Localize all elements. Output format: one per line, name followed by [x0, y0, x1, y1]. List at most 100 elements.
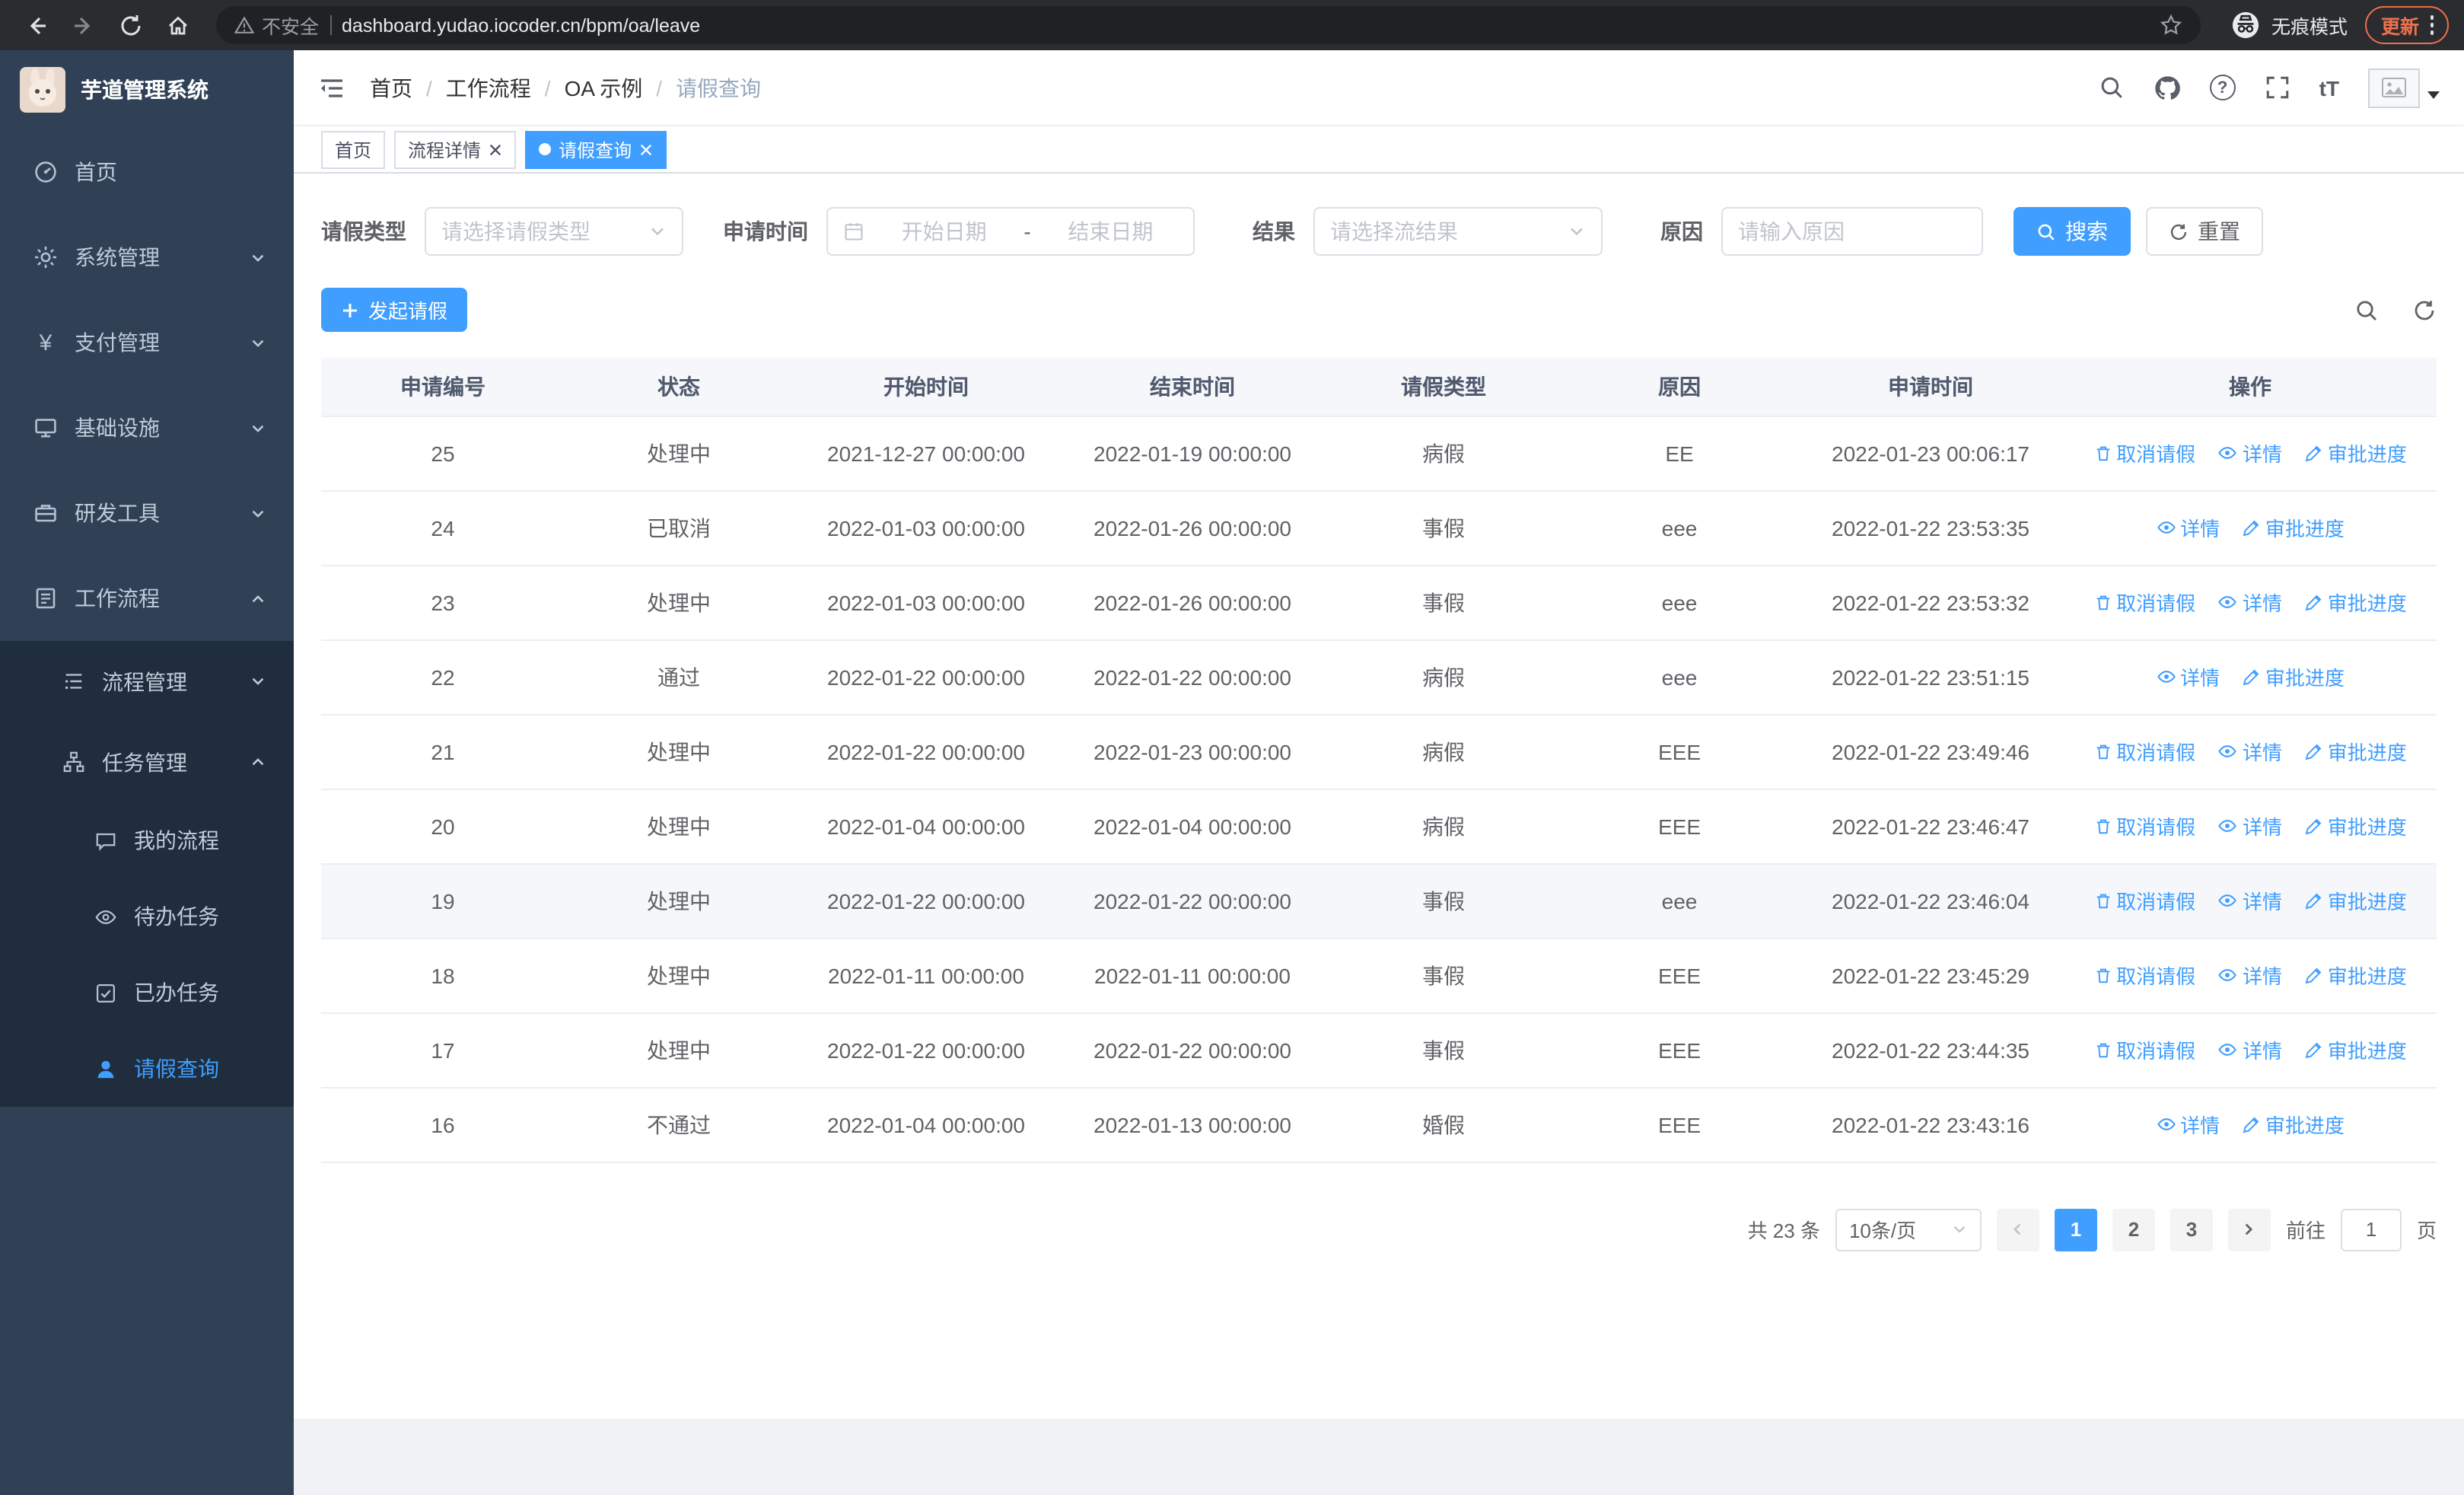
- sidebar-collapse-icon[interactable]: [318, 74, 345, 101]
- sidebar-item-payment[interactable]: ¥ 支付管理: [0, 300, 294, 385]
- user-menu[interactable]: [2368, 68, 2440, 107]
- sidebar-item-label: 基础设施: [75, 416, 160, 440]
- details-link[interactable]: 详情: [2218, 1035, 2282, 1064]
- sidebar-item-label: 支付管理: [75, 330, 160, 355]
- sidebar-item-home[interactable]: 首页: [0, 129, 294, 215]
- cancel-leave-link[interactable]: 取消请假: [2093, 812, 2195, 841]
- tab-leave-query[interactable]: 请假查询: [525, 130, 667, 168]
- approval-progress-link[interactable]: 审批进度: [2305, 961, 2407, 990]
- search-button[interactable]: 搜索: [2014, 207, 2131, 256]
- tab-process-detail[interactable]: 流程详情: [394, 130, 517, 168]
- cancel-leave-link[interactable]: 取消请假: [2093, 439, 2195, 468]
- table-row: 24 已取消 2022-01-03 00:00:00 2022-01-26 00:00…: [321, 490, 2437, 566]
- leave-type-label: 请假类型: [321, 219, 406, 244]
- tab-home[interactable]: 首页: [321, 130, 386, 168]
- edit-icon: [2243, 520, 2260, 536]
- details-link[interactable]: 详情: [2218, 588, 2282, 617]
- font-size-icon[interactable]: tT: [2319, 75, 2339, 100]
- bookmark-star-icon[interactable]: [2160, 14, 2183, 37]
- details-link[interactable]: 详情: [2156, 1110, 2220, 1139]
- browser-forward-icon[interactable]: [62, 5, 103, 46]
- leave-type-select[interactable]: 请选择请假类型: [425, 207, 683, 256]
- screen: 不安全 dashboard.yudao.iocoder.cn/bpm/oa/le…: [0, 0, 2464, 1495]
- sidebar-item-infrastructure[interactable]: 基础设施: [0, 385, 294, 470]
- page-button-1[interactable]: 1: [2054, 1208, 2097, 1251]
- table-header-row: 申请编号 状态 开始时间 结束时间 请假类型 原因 申请时间 操作: [321, 358, 2437, 416]
- breadcrumb-workflow[interactable]: 工作流程: [446, 72, 531, 103]
- approval-progress-link[interactable]: 审批进度: [2243, 514, 2345, 543]
- sidebar: 芋道管理系统 首页 系统管理 ¥ 支付管理 基础设施 研发工具 工作流程 流程管…: [0, 50, 294, 1495]
- details-link[interactable]: 详情: [2156, 662, 2220, 691]
- approval-progress-link[interactable]: 审批进度: [2305, 439, 2407, 468]
- sidebar-item-task-management[interactable]: 任务管理: [0, 722, 294, 802]
- sidebar-item-workflow[interactable]: 工作流程: [0, 556, 294, 641]
- cancel-leave-link[interactable]: 取消请假: [2093, 1036, 2195, 1065]
- delete-icon: [2096, 968, 2109, 983]
- breadcrumb-separator: /: [426, 75, 432, 100]
- browser-update-menu[interactable]: 更新: [2365, 6, 2449, 44]
- details-link[interactable]: 详情: [2218, 811, 2282, 840]
- approval-progress-link[interactable]: 审批进度: [2243, 1111, 2345, 1140]
- browser-refresh-icon[interactable]: [110, 5, 151, 46]
- address-bar[interactable]: 不安全 dashboard.yudao.iocoder.cn/bpm/oa/le…: [216, 6, 2201, 44]
- result-label: 结果: [1253, 219, 1295, 244]
- cancel-leave-link[interactable]: 取消请假: [2093, 738, 2195, 767]
- monitor-icon: [35, 419, 56, 438]
- browser-back-icon[interactable]: [15, 5, 56, 46]
- app-logo[interactable]: 芋道管理系统: [0, 50, 294, 129]
- header-actions: ? tT: [2099, 68, 2440, 107]
- refresh-table-icon[interactable]: [2412, 298, 2437, 322]
- cancel-leave-link[interactable]: 取消请假: [2093, 961, 2195, 990]
- edit-icon: [2243, 669, 2260, 685]
- goto-page-input[interactable]: [2340, 1208, 2402, 1251]
- omnibox-divider: [329, 15, 332, 35]
- breadcrumb-home[interactable]: 首页: [370, 72, 412, 103]
- sidebar-item-system[interactable]: 系统管理: [0, 215, 294, 300]
- close-icon[interactable]: [639, 142, 653, 156]
- total-count: 共 23 条: [1747, 1219, 1820, 1242]
- help-icon[interactable]: ?: [2209, 75, 2236, 100]
- approval-progress-link[interactable]: 审批进度: [2305, 812, 2407, 841]
- actions-cell: 详情 审批进度: [2064, 639, 2437, 715]
- page-button-2[interactable]: 2: [2112, 1208, 2155, 1251]
- close-icon[interactable]: [489, 142, 502, 156]
- search-icon[interactable]: [2099, 75, 2125, 100]
- security-chip[interactable]: 不安全: [234, 11, 319, 40]
- details-link[interactable]: 详情: [2218, 438, 2282, 467]
- sidebar-item-process-management[interactable]: 流程管理: [0, 641, 294, 722]
- approval-progress-link[interactable]: 审批进度: [2305, 588, 2407, 617]
- workflow-icon: [36, 588, 56, 609]
- date-range-picker[interactable]: 开始日期 - 结束日期: [826, 207, 1195, 256]
- fullscreen-icon[interactable]: [2265, 75, 2291, 100]
- details-link[interactable]: 详情: [2218, 737, 2282, 766]
- github-icon[interactable]: [2154, 74, 2181, 101]
- result-select[interactable]: 请选择流结果: [1313, 207, 1603, 256]
- reset-button[interactable]: 重置: [2146, 207, 2263, 256]
- approval-progress-link[interactable]: 审批进度: [2305, 1036, 2407, 1065]
- sidebar-item-leave-query[interactable]: 请假查询: [0, 1031, 294, 1107]
- table-row: 19 处理中 2022-01-22 00:00:00 2022-01-22 00:00…: [321, 863, 2437, 939]
- viewport: 不安全 dashboard.yudao.iocoder.cn/bpm/oa/le…: [0, 0, 2464, 1495]
- tab-label: 请假查询: [559, 139, 632, 161]
- sidebar-item-todo-tasks[interactable]: 待办任务: [0, 878, 294, 955]
- approval-progress-link[interactable]: 审批进度: [2305, 887, 2407, 916]
- approval-progress-link[interactable]: 审批进度: [2305, 738, 2407, 767]
- browser-home-icon[interactable]: [157, 5, 198, 46]
- sidebar-item-my-process[interactable]: 我的流程: [0, 802, 294, 878]
- toggle-search-icon[interactable]: [2354, 298, 2379, 322]
- sidebar-item-done-tasks[interactable]: 已办任务: [0, 955, 294, 1031]
- cancel-leave-link[interactable]: 取消请假: [2093, 588, 2195, 617]
- breadcrumb-oa-example[interactable]: OA 示例: [565, 72, 643, 103]
- approval-progress-link[interactable]: 审批进度: [2243, 663, 2345, 692]
- prev-page-button[interactable]: [1996, 1208, 2039, 1251]
- details-link[interactable]: 详情: [2156, 513, 2220, 542]
- details-link[interactable]: 详情: [2218, 961, 2282, 990]
- next-page-button[interactable]: [2227, 1208, 2271, 1251]
- page-button-3[interactable]: 3: [2170, 1208, 2213, 1251]
- cancel-leave-link[interactable]: 取消请假: [2093, 887, 2195, 916]
- page-size-select[interactable]: 10条/页: [1835, 1208, 1982, 1251]
- sidebar-item-devtools[interactable]: 研发工具: [0, 470, 294, 556]
- details-link[interactable]: 详情: [2218, 886, 2282, 915]
- create-leave-button[interactable]: 发起请假: [321, 288, 468, 332]
- reason-input[interactable]: [1721, 207, 1983, 256]
